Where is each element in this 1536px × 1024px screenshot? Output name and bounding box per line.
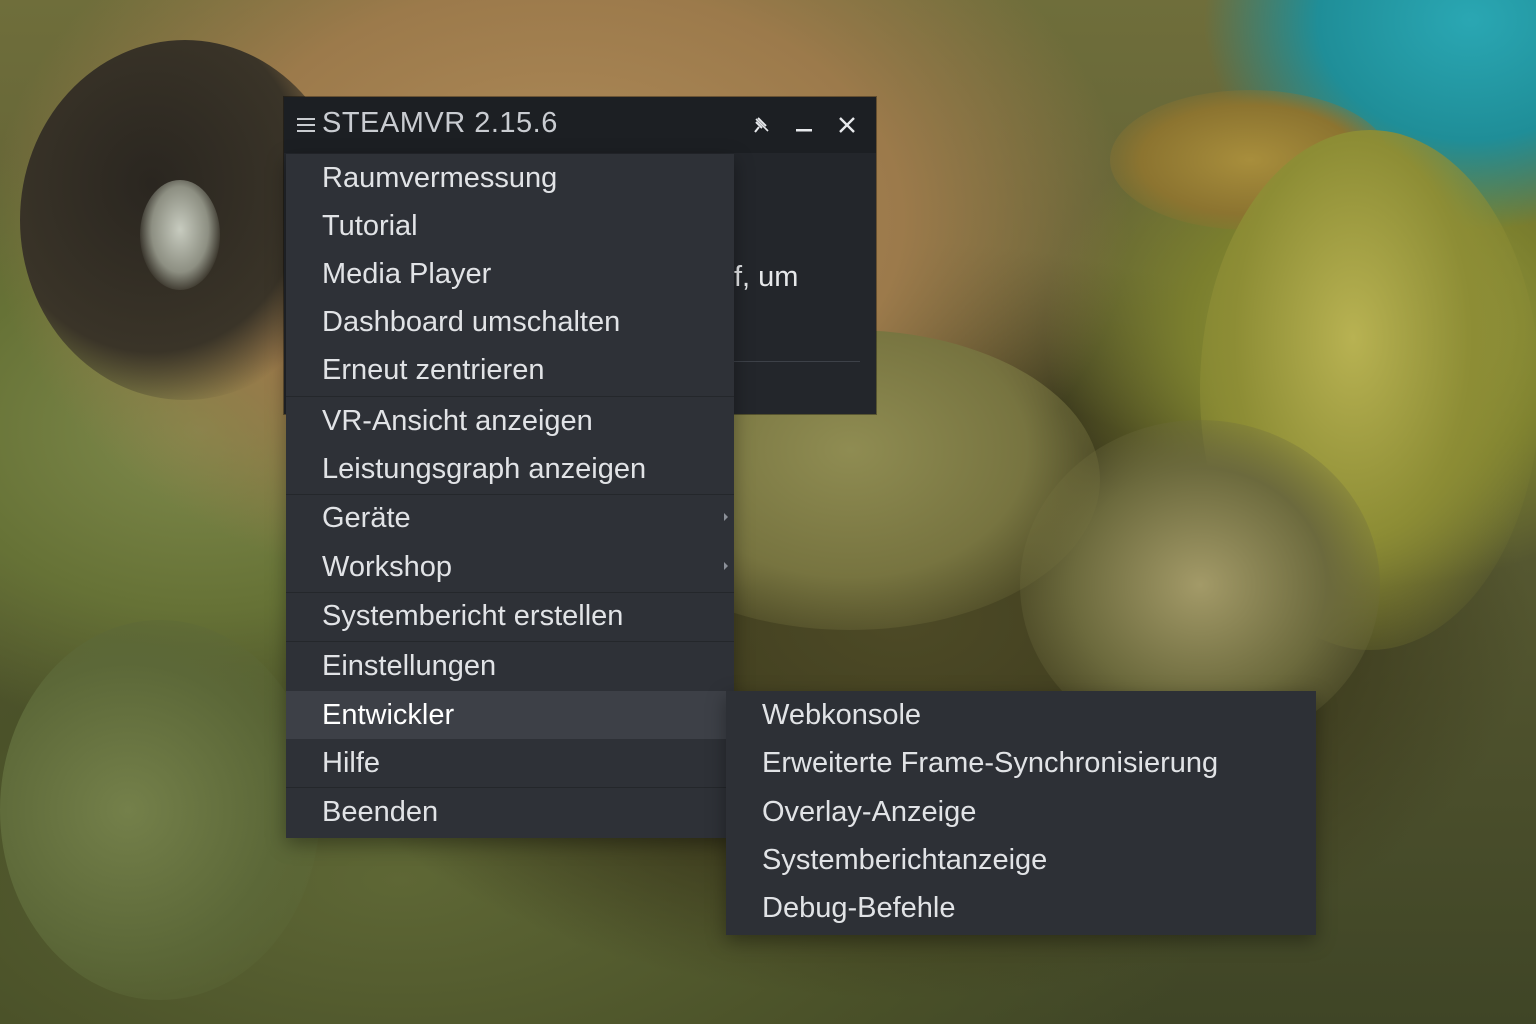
menu-item-hilfe[interactable]: Hilfe [286,739,734,787]
menu-item-systembericht-erstellen[interactable]: Systembericht erstellen [286,592,734,640]
background-shape [0,620,320,1000]
menu-item-einstellungen[interactable]: Einstellungen [286,642,734,690]
close-icon [839,117,855,133]
menu-item-leistungsgraph-anzeigen[interactable]: Leistungsgraph anzeigen [286,445,734,493]
menu-item-entwickler[interactable]: Entwickler [286,691,726,739]
window-divider [734,361,860,362]
menu-item-raumvermessung[interactable]: Raumvermessung [286,154,734,202]
title-bar[interactable]: STEAMVR 2.15.6 [284,97,876,153]
close-button[interactable] [831,109,863,141]
minimize-button[interactable] [788,109,820,141]
background-shape [140,180,220,290]
submenu-item-erweiterte-frame-synchronisierung[interactable]: Erweiterte Frame-Synchronisierung [726,739,1316,787]
menu-item-vr-ansicht-anzeigen[interactable]: VR-Ansicht anzeigen [286,397,734,445]
menu-item-beenden[interactable]: Beenden [286,788,734,836]
menu-item-label: Geräte [322,502,411,534]
steamvr-main-menu: Raumvermessung Tutorial Media Player Das… [286,154,734,838]
window-status-text: f, um [734,261,799,293]
menu-item-geraete[interactable]: Geräte [286,494,734,542]
submenu-item-debug-befehle[interactable]: Debug-Befehle [726,884,1316,932]
hamburger-menu-icon[interactable] [297,116,315,132]
menu-item-tutorial[interactable]: Tutorial [286,202,734,250]
menu-item-media-player[interactable]: Media Player [286,250,734,298]
submenu-item-systemberichtanzeige[interactable]: Systemberichtanzeige [726,836,1316,884]
window-title: STEAMVR 2.15.6 [322,107,558,139]
entwickler-submenu: Webkonsole Erweiterte Frame-Synchronisie… [726,691,1316,935]
menu-item-workshop[interactable]: Workshop [286,543,734,591]
menu-item-label: Workshop [322,551,453,583]
menu-item-dashboard-umschalten[interactable]: Dashboard umschalten [286,298,734,346]
chevron-right-icon [724,513,728,521]
unpin-icon [754,117,769,133]
minimize-icon [796,129,812,132]
submenu-item-webkonsole[interactable]: Webkonsole [726,691,1316,739]
menu-item-erneut-zentrieren[interactable]: Erneut zentrieren [286,346,734,394]
submenu-item-overlay-anzeige[interactable]: Overlay-Anzeige [726,788,1316,836]
chevron-right-icon [724,562,728,570]
unpin-button[interactable] [746,109,778,141]
